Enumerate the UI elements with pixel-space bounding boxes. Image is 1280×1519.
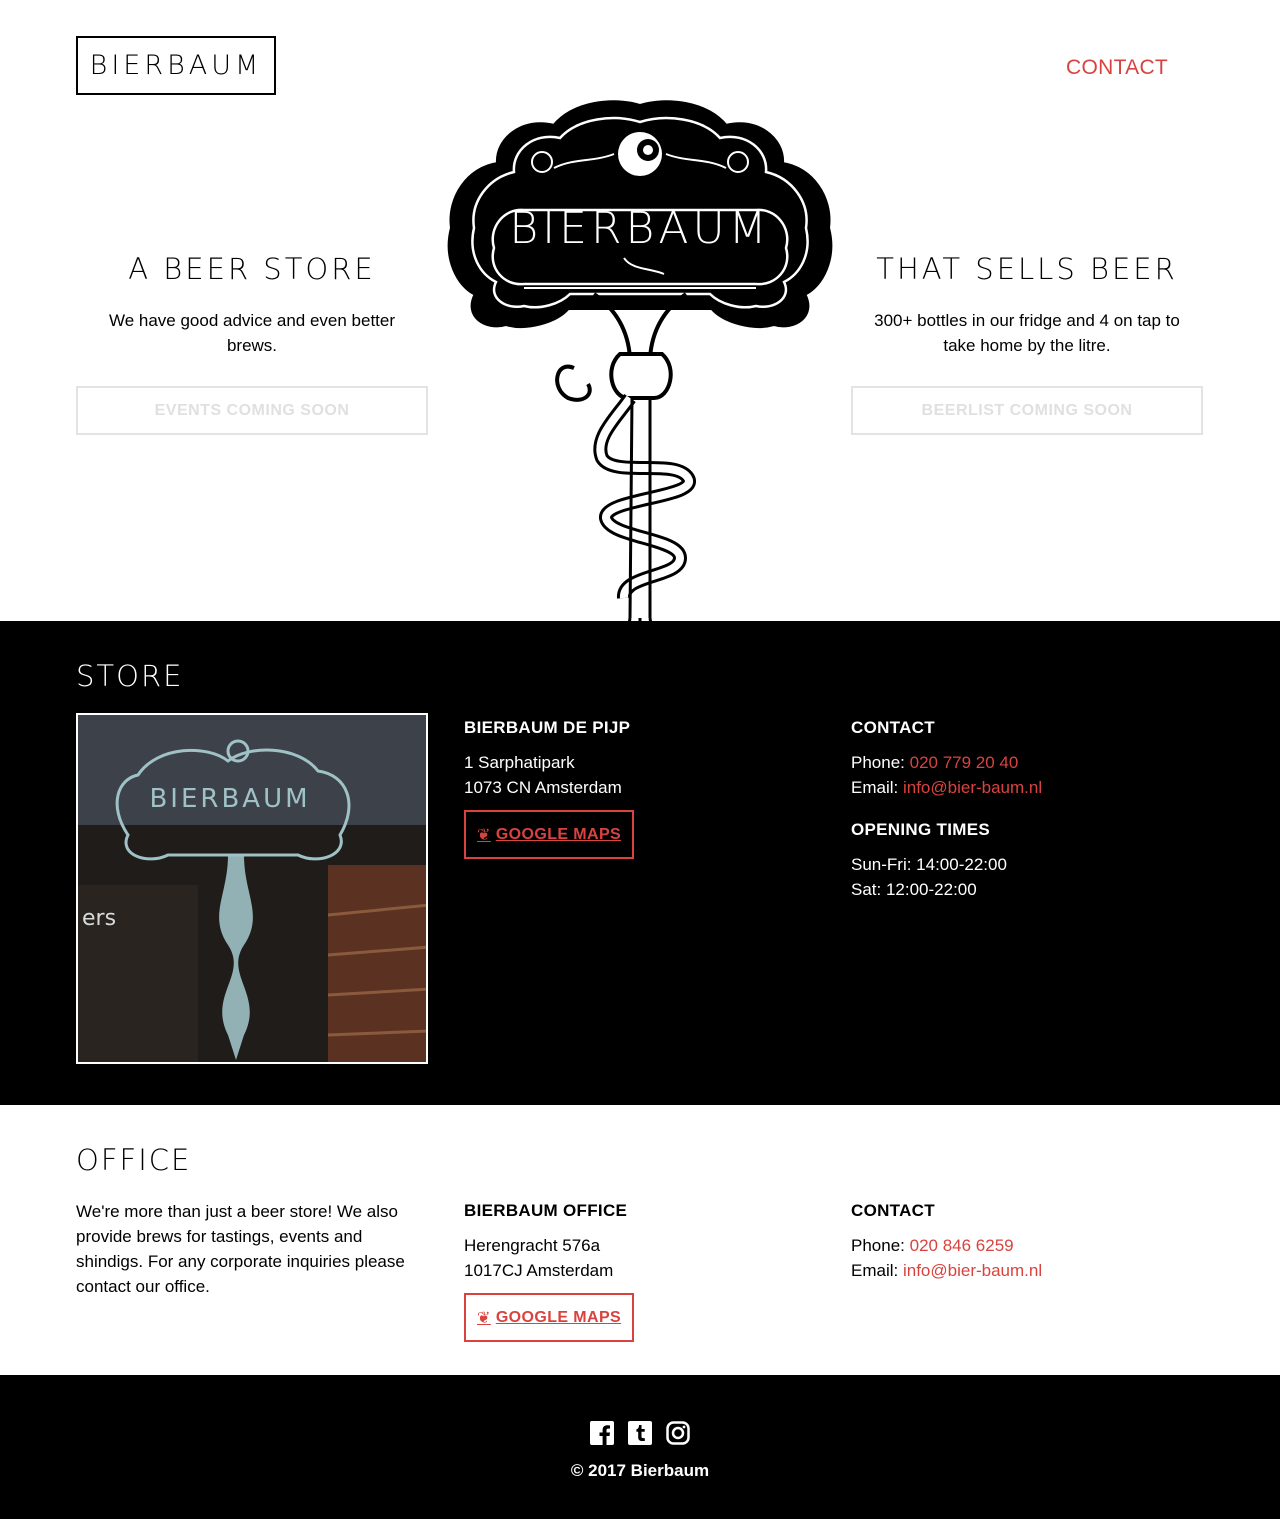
store-email-label: Email: xyxy=(851,778,899,797)
hero-right-text: 300+ bottles in our fridge and 4 on tap … xyxy=(874,311,1180,355)
bierbaum-emblem: BIERBAUM xyxy=(447,100,833,664)
social-links xyxy=(0,1421,1280,1445)
store-section: STORE BIERBAUM ers BIERBAUM DE PIJP 1 Sa… xyxy=(0,621,1280,1105)
office-email-link[interactable]: info@bier-baum.nl xyxy=(903,1261,1042,1280)
office-description: We're more than just a beer store! We al… xyxy=(76,1202,405,1296)
office-contact-column: CONTACT Phone: 020 846 6259 Email: info@… xyxy=(851,1199,1231,1283)
store-phone-label: Phone: xyxy=(851,753,905,772)
hero-left-title: A BEER STORE xyxy=(128,252,376,286)
store-location-heading: BIERBAUM DE PIJP xyxy=(464,718,631,737)
office-address-line1: Herengracht 576a xyxy=(464,1236,601,1255)
tumblr-icon[interactable] xyxy=(628,1421,652,1445)
instagram-icon[interactable] xyxy=(666,1421,690,1445)
hero-right-column: THAT SELLS BEER 300+ bottles in our frid… xyxy=(851,250,1203,435)
emblem-wordmark: BIERBAUM xyxy=(509,203,770,254)
copyright-text: © 2017 Bierbaum xyxy=(570,1461,710,1480)
store-google-maps-label: GOOGLE MAPS xyxy=(495,825,622,843)
beerlist-button[interactable]: BEERLIST COMING SOON xyxy=(851,386,1203,435)
store-email-link[interactable]: info@bier-baum.nl xyxy=(903,778,1042,797)
office-email-label: Email: xyxy=(851,1261,899,1280)
store-email-row: Email: info@bier-baum.nl xyxy=(851,775,1231,800)
hero-right-title: THAT SELLS BEER xyxy=(876,252,1178,286)
opening-times-line1: Sun-Fri: 14:00-22:00 xyxy=(851,855,1007,874)
store-location-column: BIERBAUM DE PIJP 1 Sarphatipark 1073 CN … xyxy=(464,716,844,859)
store-address-line1: 1 Sarphatipark xyxy=(464,753,575,772)
office-address-line2: 1017CJ Amsterdam xyxy=(464,1261,614,1280)
store-contact-heading: CONTACT xyxy=(851,718,935,737)
opening-times-heading: OPENING TIMES xyxy=(851,820,990,839)
office-email-row: Email: info@bier-baum.nl xyxy=(851,1258,1231,1283)
events-button[interactable]: EVENTS COMING SOON xyxy=(76,386,428,435)
opening-times-line2: Sat: 12:00-22:00 xyxy=(851,880,977,899)
office-phone-link[interactable]: 020 846 6259 xyxy=(910,1236,1014,1255)
office-location-column: BIERBAUM OFFICE Herengracht 576a 1017CJ … xyxy=(464,1199,844,1342)
hero-left-text: We have good advice and even better brew… xyxy=(108,311,396,355)
store-photo: BIERBAUM ers xyxy=(76,713,428,1064)
office-title: OFFICE xyxy=(76,1143,192,1177)
hero-section: BIERBAUM CONTACT A BEER STORE We have go… xyxy=(0,0,1280,664)
store-phone-row: Phone: 020 779 20 40 xyxy=(851,750,1231,775)
site-footer: © 2017 Bierbaum xyxy=(0,1375,1280,1519)
site-logo[interactable]: BIERBAUM xyxy=(76,36,276,95)
store-phone-link[interactable]: 020 779 20 40 xyxy=(910,753,1019,772)
store-contact-column: CONTACT Phone: 020 779 20 40 Email: info… xyxy=(851,716,1231,902)
office-google-maps-label: GOOGLE MAPS xyxy=(495,1308,622,1326)
store-google-maps-button[interactable]: ❦ GOOGLE MAPS xyxy=(464,810,635,859)
office-location-heading: BIERBAUM OFFICE xyxy=(464,1201,628,1220)
office-section: OFFICE We're more than just a beer store… xyxy=(0,1105,1280,1375)
store-photo-art: BIERBAUM ers xyxy=(78,715,426,1062)
photo-sign-wordmark: BIERBAUM xyxy=(149,784,310,814)
map-pin-icon: ❦ xyxy=(477,1309,491,1327)
store-address-line2: 1073 CN Amsterdam xyxy=(464,778,622,797)
map-pin-icon: ❦ xyxy=(477,826,491,844)
facebook-icon[interactable] xyxy=(590,1421,614,1445)
nav-contact-link[interactable]: CONTACT xyxy=(1066,56,1168,80)
hero-left-column: A BEER STORE We have good advice and eve… xyxy=(76,250,428,435)
store-title: STORE xyxy=(76,659,184,693)
office-contact-heading: CONTACT xyxy=(851,1201,935,1220)
office-google-maps-button[interactable]: ❦ GOOGLE MAPS xyxy=(464,1293,635,1342)
office-phone-row: Phone: 020 846 6259 xyxy=(851,1233,1231,1258)
office-phone-label: Phone: xyxy=(851,1236,905,1255)
photo-side-text: ers xyxy=(82,906,116,931)
